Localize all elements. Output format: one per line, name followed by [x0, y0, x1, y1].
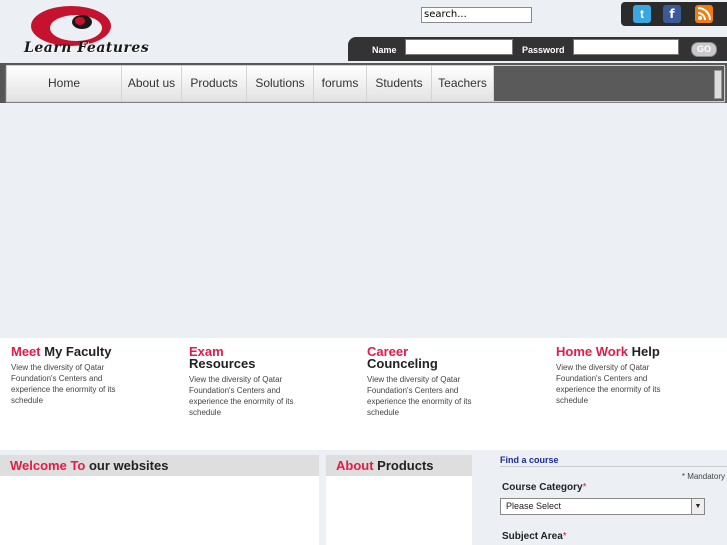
login-bar: Name Password GO: [348, 37, 727, 61]
about-products-panel: [326, 476, 472, 545]
nav-scroll-handle[interactable]: [714, 70, 722, 99]
subject-area-label: Subject Area*: [502, 531, 567, 542]
feature-exam-resources[interactable]: Exam Resources View the diversity of Qata…: [189, 344, 301, 418]
nav-students[interactable]: Students: [367, 66, 432, 101]
feature-title: Career Counceling: [367, 344, 438, 371]
nav-teachers[interactable]: Teachers: [432, 66, 494, 101]
twitter-icon[interactable]: t: [633, 5, 651, 23]
site-logo[interactable]: Learn Features: [20, 2, 160, 62]
search-input[interactable]: search...: [421, 7, 532, 23]
main-nav: Home About us Products Solutions forums …: [6, 65, 725, 102]
welcome-heading: Welcome To our websites: [0, 455, 319, 476]
nav-home[interactable]: Home: [7, 66, 122, 101]
nav-about-us[interactable]: About us: [122, 66, 182, 101]
feature-meet-faculty[interactable]: Meet My Faculty View the diversity of Qa…: [11, 344, 136, 406]
password-input[interactable]: [573, 39, 679, 55]
feature-title: Meet My Faculty: [11, 344, 112, 359]
bottom-section: Welcome To our websites About Products F…: [0, 450, 727, 545]
logo-text: Learn Features: [24, 40, 150, 56]
social-bar: t f: [621, 2, 727, 26]
name-input[interactable]: [405, 39, 513, 55]
find-course-title[interactable]: Find a course: [500, 455, 559, 465]
banner-area: [0, 103, 727, 338]
chevron-down-icon[interactable]: ▼: [691, 499, 704, 514]
nav-products[interactable]: Products: [182, 66, 247, 101]
feature-text: View the diversity of Qatar Foundation's…: [556, 363, 661, 405]
rss-icon[interactable]: [695, 5, 713, 23]
password-label: Password: [522, 45, 565, 55]
feature-text: View the diversity of Qatar Foundation's…: [189, 375, 294, 417]
course-category-value: Please Select: [506, 501, 562, 511]
divider: [500, 466, 727, 467]
features-row: Meet My Faculty View the diversity of Qa…: [0, 338, 727, 450]
feature-title: Exam Resources: [189, 344, 256, 371]
welcome-panel: [0, 476, 319, 545]
feature-text: View the diversity of Qatar Foundation's…: [11, 363, 116, 405]
go-button[interactable]: GO: [691, 42, 717, 57]
feature-career-counceling[interactable]: Career Counceling View the diversity of Q…: [367, 344, 479, 418]
feature-text: View the diversity of Qatar Foundation's…: [367, 375, 472, 417]
nav-forums[interactable]: forums: [314, 66, 367, 101]
feature-title: Home Work Help: [556, 344, 660, 359]
mandatory-note: * Mandatory: [681, 472, 725, 481]
nav-filler: [494, 66, 724, 101]
feature-homework-help[interactable]: Home Work Help View the diversity of Qat…: [556, 344, 696, 406]
nav-solutions[interactable]: Solutions: [247, 66, 314, 101]
course-category-label: Course Category*: [502, 482, 587, 493]
about-products-heading: About Products: [326, 455, 472, 476]
name-label: Name: [372, 45, 397, 55]
course-category-select[interactable]: Please Select ▼: [500, 498, 705, 515]
facebook-icon[interactable]: f: [663, 5, 681, 23]
